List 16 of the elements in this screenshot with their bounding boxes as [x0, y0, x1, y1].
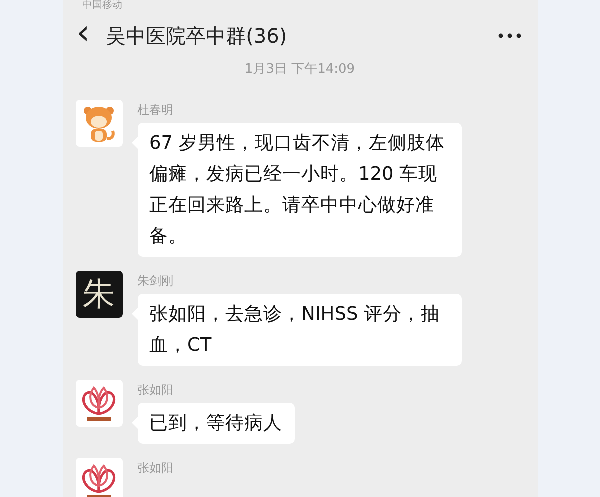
message-bubble[interactable]: 已到，等待病人	[138, 403, 294, 444]
sender-name: 张如阳	[138, 460, 174, 477]
back-button[interactable]: ‹	[76, 16, 90, 50]
avatar[interactable]	[76, 100, 122, 147]
sender-name: 张如阳	[138, 382, 174, 399]
message-timestamp: 1月3日 下午14:09	[244, 62, 356, 77]
sender-name: 朱剑刚	[138, 273, 174, 290]
more-icon[interactable]	[498, 33, 522, 39]
avatar[interactable]: 朱	[76, 271, 122, 318]
message-bubble[interactable]: 67 岁男性，现口齿不清，左侧肢体偏瘫，发病已经一小时。120 车现正在回来路上。请卒中中心做好准备。	[138, 123, 462, 257]
avatar[interactable]	[76, 380, 122, 427]
avatar[interactable]	[76, 458, 122, 497]
chat-title: 吴中医院卒中群(36)	[106, 22, 288, 50]
carrier-name: 中国移动	[82, 0, 122, 12]
sender-name: 杜春明	[138, 102, 174, 119]
message-bubble[interactable]: 张如阳，去急诊，NIHSS 评分，抽血，CT	[138, 294, 462, 366]
